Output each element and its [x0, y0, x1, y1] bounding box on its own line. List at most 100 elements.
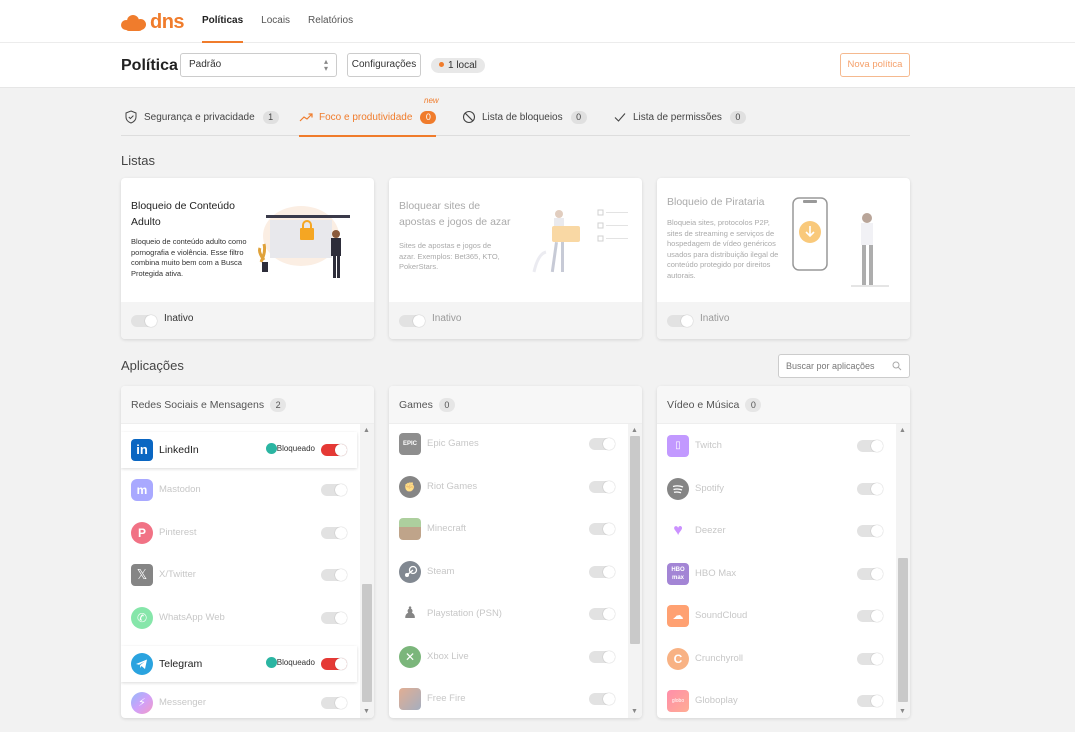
panel-title: Redes Sociais e Mensagens	[131, 399, 265, 411]
app-name: X/Twitter	[159, 569, 196, 580]
scrollbar[interactable]: ▲ ▼	[628, 424, 642, 718]
scroll-up-icon[interactable]: ▲	[899, 427, 906, 434]
piracy-toggle[interactable]	[667, 315, 693, 327]
adult-content-toggle[interactable]	[131, 315, 157, 327]
pinterest-toggle[interactable]	[321, 527, 347, 539]
hbo-max-toggle[interactable]	[857, 568, 883, 580]
xbox-live-toggle[interactable]	[589, 651, 615, 663]
app-row-linkedin: in LinkedIn Bloqueado	[121, 432, 357, 468]
tab-seguranca[interactable]: Segurança e privacidade 1	[124, 98, 279, 136]
deezer-icon: ♥	[673, 522, 683, 539]
pinterest-icon: P	[131, 522, 153, 544]
scroll-down-icon[interactable]: ▼	[631, 708, 638, 715]
panel-count: 2	[270, 398, 287, 412]
playstation-toggle[interactable]	[589, 608, 615, 620]
whatsapp-toggle[interactable]	[321, 612, 347, 624]
app-row-hbo-max: HBO max HBO Max	[657, 556, 893, 592]
tab-permissoes[interactable]: Lista de permissões 0	[613, 98, 746, 136]
scroll-up-icon[interactable]: ▲	[363, 427, 370, 434]
aplicacoes-title: Aplicações	[121, 358, 184, 373]
soundcloud-icon: ☁	[667, 605, 689, 627]
telegram-icon	[131, 653, 153, 675]
app-row-steam: Steam	[389, 554, 625, 590]
app-name: Twitch	[695, 440, 722, 451]
search-placeholder: Buscar por aplicações	[786, 361, 875, 371]
scrollbar[interactable]: ▲ ▼	[360, 424, 374, 718]
app-row-epic-games: EPIC Epic Games	[389, 426, 625, 462]
xbox-icon: ✕	[399, 646, 421, 668]
app-row-messenger: ⚡ Messenger	[121, 685, 357, 718]
local-badge[interactable]: 1 local	[431, 58, 485, 73]
app-name: LinkedIn	[159, 444, 199, 456]
tab-count: 0	[420, 110, 437, 124]
blocked-label: Bloqueado	[276, 444, 315, 453]
scroll-up-icon[interactable]: ▲	[631, 427, 638, 434]
policy-select[interactable]: Padrão ▴ ▾	[180, 53, 337, 77]
card-title: Bloqueio de Pirataria	[667, 196, 765, 208]
app-row-telegram: Telegram Bloqueado	[121, 646, 357, 682]
scrollbar[interactable]: ▲ ▼	[896, 424, 910, 718]
app-name: Telegram	[159, 658, 203, 670]
local-badge-label: 1 local	[448, 60, 477, 71]
x-icon: 𝕏	[131, 564, 153, 586]
nav-locais[interactable]: Locais	[261, 0, 290, 43]
messenger-toggle[interactable]	[321, 697, 347, 709]
scrollbar-thumb[interactable]	[898, 558, 908, 702]
gambling-illustration-icon	[532, 209, 628, 273]
minecraft-toggle[interactable]	[589, 523, 615, 535]
scrollbar-thumb[interactable]	[630, 436, 640, 644]
nav-politicas[interactable]: Políticas	[202, 0, 244, 43]
app-name: Globoplay	[695, 695, 738, 706]
tab-bloqueios[interactable]: Lista de bloqueios 0	[462, 98, 587, 136]
x-twitter-toggle[interactable]	[321, 569, 347, 581]
tab-label: Segurança e privacidade	[144, 111, 255, 123]
app-row-twitch: ▯ Twitch	[657, 428, 893, 464]
panel-count: 0	[745, 398, 762, 412]
epic-games-icon: EPIC	[399, 433, 421, 455]
search-icon[interactable]	[892, 361, 902, 371]
twitch-toggle[interactable]	[857, 440, 883, 452]
mastodon-toggle[interactable]	[321, 484, 347, 496]
app-row-x-twitter: 𝕏 X/Twitter	[121, 557, 357, 593]
linkedin-toggle[interactable]	[321, 444, 347, 456]
app-name: Riot Games	[427, 481, 478, 492]
card-description: Bloqueio de conteúdo adulto como pornogr…	[131, 237, 247, 278]
card-apostas: Bloquear sites de apostas e jogos de aza…	[389, 178, 642, 339]
app-row-free-fire: Free Fire	[389, 681, 625, 717]
crunchyroll-toggle[interactable]	[857, 653, 883, 665]
policy-select-value: Padrão	[189, 59, 222, 70]
globoplay-icon: globo	[667, 690, 689, 712]
app-name: Epic Games	[427, 438, 479, 449]
scroll-down-icon[interactable]: ▼	[363, 708, 370, 715]
nav-relatorios[interactable]: Relatórios	[308, 0, 353, 43]
search-input[interactable]: Buscar por aplicações	[778, 354, 910, 378]
app-name: Crunchyroll	[695, 653, 744, 664]
tab-count: 0	[570, 110, 587, 124]
twitch-icon: ▯	[667, 435, 689, 457]
scrollbar-thumb[interactable]	[362, 584, 372, 702]
riot-games-toggle[interactable]	[589, 481, 615, 493]
app-row-xbox: ✕ Xbox Live	[389, 639, 625, 675]
globoplay-toggle[interactable]	[857, 695, 883, 707]
tab-foco[interactable]: Foco e produtividade 0	[299, 98, 437, 137]
dns-logo[interactable]: dns	[121, 11, 185, 34]
page-title: Política	[121, 57, 178, 74]
free-fire-toggle[interactable]	[589, 693, 615, 705]
soundcloud-toggle[interactable]	[857, 610, 883, 622]
app-row-mastodon: m Mastodon	[121, 472, 357, 508]
deezer-toggle[interactable]	[857, 525, 883, 537]
epic-games-toggle[interactable]	[589, 438, 615, 450]
nova-politica-button[interactable]: Nova política	[840, 53, 910, 77]
crunchyroll-icon: C	[667, 648, 689, 670]
steam-toggle[interactable]	[589, 566, 615, 578]
category-tabs: Segurança e privacidade 1 Foco e produti…	[121, 96, 910, 137]
configuracoes-button[interactable]: Configurações	[347, 53, 421, 77]
panel-title: Vídeo e Música	[667, 399, 740, 411]
app-list: EPIC Epic Games ✊ Riot Games Minecraft S…	[389, 424, 642, 718]
spotify-icon	[667, 478, 689, 500]
app-row-deezer: ♥ Deezer	[657, 513, 893, 549]
spotify-toggle[interactable]	[857, 483, 883, 495]
gambling-toggle[interactable]	[399, 315, 425, 327]
scroll-down-icon[interactable]: ▼	[899, 708, 906, 715]
telegram-toggle[interactable]	[321, 658, 347, 670]
